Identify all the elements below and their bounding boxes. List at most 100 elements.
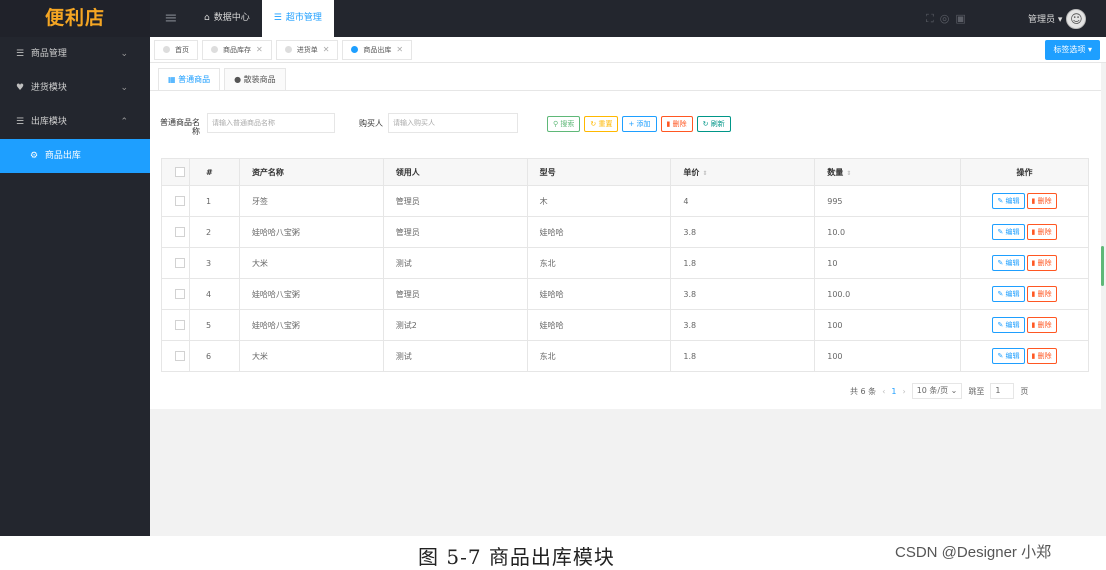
header-label: 单价 [683,167,700,177]
row-actions: ✎ 编辑 ▮ 删除 [960,340,1089,372]
app-window: 便利店 ≡ ⌂ 数据中心 ☰ 超市管理 ⛶ ◎ ▣ 管理员 ▾ ☺ ☰ 商品管理… [0,0,1106,536]
subtab-regular-goods[interactable]: ▦ 普通商品 [158,68,221,90]
close-icon[interactable]: ✕ [256,40,263,60]
edit-icon: ✎ [997,228,1006,236]
row-checkbox[interactable] [161,247,190,279]
row-checkbox[interactable] [161,340,190,372]
reset-button[interactable]: ↻ 重置 [584,116,619,132]
tab-purchase-order[interactable]: 进货单 ✕ [275,39,339,60]
sort-icon[interactable]: ⇕ [846,170,851,177]
table-cell: 100 [814,309,961,341]
edit-button[interactable]: ✎ 编辑 [992,348,1025,364]
sidebar-item-goods-outbound[interactable]: ⚙ 商品出库 [0,139,150,173]
sidebar-submenu: ⚙ 商品出库 [0,139,150,173]
goods-name-input[interactable]: 请输入普通商品名称 [207,113,335,133]
table-cell: 娃哈哈八宝粥 [239,309,384,341]
table-cell: 娃哈哈 [526,216,671,248]
prev-page-icon[interactable]: ‹ [882,387,885,396]
column-header: 资产名称 [239,158,384,186]
sidebar-item-goods-management[interactable]: ☰ 商品管理 ⌄ [0,37,150,71]
buyer-input[interactable]: 请输入购买人 [388,113,518,133]
tab-label: 商品库存 [223,45,251,54]
tab-inventory[interactable]: 商品库存 ✕ [202,39,272,60]
row-checkbox[interactable] [161,278,190,310]
top-right-icons: ⛶ ◎ ▣ [926,0,966,37]
total-count: 共 6 条 [850,386,877,396]
row-checkbox[interactable] [161,185,190,217]
select-all-checkbox[interactable] [161,158,190,186]
fullscreen-icon[interactable]: ⛶ [926,12,934,26]
top-nav-data-center[interactable]: ⌂ 数据中心 [192,0,262,37]
table-row: 6 大米 测试 东北 1.8 100 ✎ 编辑 ▮ 删除 [161,340,1089,372]
table-header-row: # 资产名称 领用人 型号 单价 ⇕ 数量 ⇕ 操作 [161,158,1089,186]
column-header-sortable[interactable]: 单价 ⇕ [670,158,815,186]
subtab-label: 散装商品 [243,75,276,84]
list-icon: ☰ [16,117,25,127]
user-menu[interactable]: 管理员 ▾ ☺ [1028,0,1087,37]
close-icon[interactable]: ✕ [396,40,403,60]
row-actions: ✎ 编辑 ▮ 删除 [960,278,1089,310]
column-header-sortable[interactable]: 数量 ⇕ [814,158,961,186]
subtab-bulk-goods[interactable]: ● 散装商品 [224,68,286,90]
table-row: 5 娃哈哈八宝粥 测试2 娃哈哈 3.8 100 ✎ 编辑 ▮ 删除 [161,309,1089,341]
table-row: 2 娃哈哈八宝粥 管理员 娃哈哈 3.8 10.0 ✎ 编辑 ▮ 删除 [161,216,1089,248]
search-button[interactable]: ⚲ 搜索 [547,116,581,132]
tab-home[interactable]: 首页 [154,39,198,60]
top-nav-supermarket[interactable]: ☰ 超市管理 [261,0,334,37]
globe-icon[interactable]: ◎ [940,12,950,25]
table-body: 1 牙签 管理员木 4 995 ✎ 编辑 ▮ 删除 2 娃哈哈八宝粥 管理员 娃哈哈 3.8 10.0 ✎… [161,185,1089,372]
delete-row-button[interactable]: ▮ 删除 [1026,255,1057,271]
delete-row-button[interactable]: ▮ 删除 [1026,317,1057,333]
tab-label: 首页 [175,45,189,54]
next-page-icon[interactable]: › [902,387,905,396]
tab-options-button[interactable]: 标签选项 ▾ [1045,40,1100,60]
logo: 便利店 [0,0,150,37]
delete-button[interactable]: ▮ 删除 [660,116,693,132]
page-size-select[interactable]: 10 条/页 ⌄ [911,383,963,399]
table-cell: 东北 [526,340,671,372]
watermark: CSDN @Designer 小郑 [895,544,1052,561]
add-button-label: 添加 [636,120,651,128]
edit-button[interactable]: ✎ 编辑 [992,317,1025,333]
close-icon[interactable]: ✕ [323,40,330,60]
edit-button-label: 编辑 [1005,228,1020,236]
delete-row-button[interactable]: ▮ 删除 [1026,348,1057,364]
edit-button[interactable]: ✎ 编辑 [992,286,1025,302]
delete-row-button[interactable]: ▮ 删除 [1026,193,1057,209]
table-cell: 4 [189,278,240,310]
table-cell: 娃哈哈八宝粥 [239,216,384,248]
sidebar-item-purchase[interactable]: ♥ 进货模块 ⌄ [0,71,150,105]
lock-icon[interactable]: ▣ [955,12,965,25]
sidebar-item-label: 进货模块 [30,83,67,93]
current-page[interactable]: 1 [891,387,896,396]
reset-button-label: 重置 [598,120,613,128]
table-cell: 100.0 [814,278,961,310]
dot-icon [163,46,170,53]
row-checkbox[interactable] [161,216,190,248]
table-cell: 6 [189,340,240,372]
refresh-button[interactable]: ↻ 刷新 [696,116,731,132]
edit-button[interactable]: ✎ 编辑 [992,255,1025,271]
row-checkbox[interactable] [161,309,190,341]
delete-row-button[interactable]: ▮ 删除 [1026,286,1057,302]
column-header: 操作 [960,158,1089,186]
tab-goods-outbound[interactable]: 商品出库 ✕ [342,39,413,60]
delete-row-button[interactable]: ▮ 删除 [1026,224,1057,240]
table-cell: 2 [189,216,240,248]
edit-button[interactable]: ✎ 编辑 [992,193,1025,209]
caption-text: 图 5-7 商品出库模块 [418,545,615,569]
menu-toggle-icon[interactable]: ≡ [160,8,182,28]
jump-input[interactable]: 1 [990,383,1015,399]
page-suffix: 页 [1020,386,1029,396]
edit-button[interactable]: ✎ 编辑 [992,224,1025,240]
top-nav-label: 数据中心 [213,13,250,23]
delete-button-label: 删除 [1037,259,1052,267]
sidebar-item-outbound[interactable]: ☰ 出库模块 ⌃ [0,105,150,139]
sort-icon[interactable]: ⇕ [702,170,707,177]
column-header: 领用人 [382,158,528,186]
scrollbar[interactable] [1101,246,1104,286]
table-cell: 5 [189,309,240,341]
add-button[interactable]: + 添加 [622,116,657,132]
table-cell: 10 [814,247,961,279]
edit-button-label: 编辑 [1005,352,1020,360]
